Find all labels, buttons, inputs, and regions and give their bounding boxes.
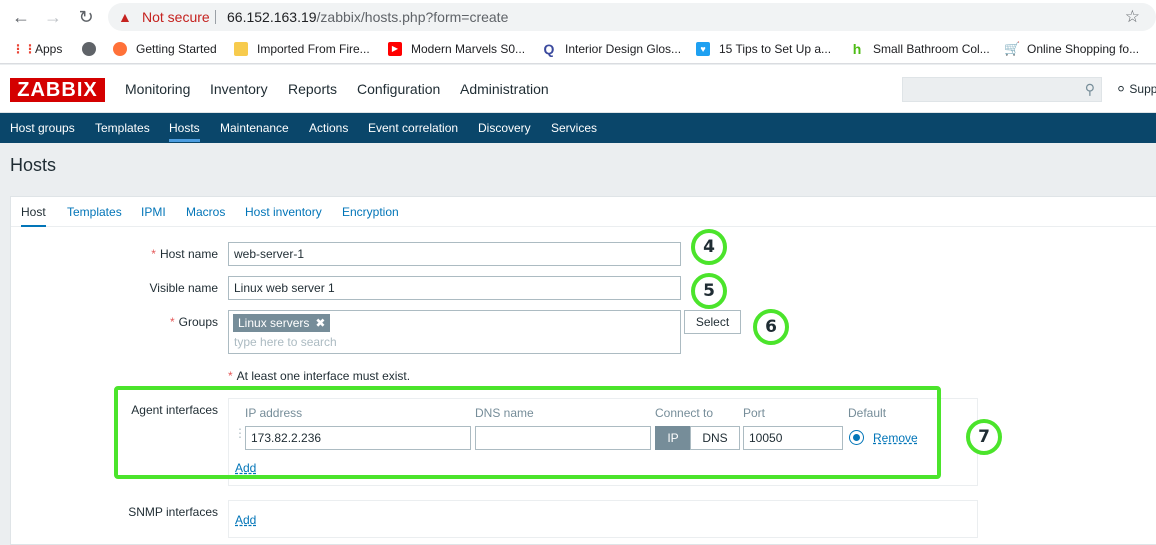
bookmark-label: 15 Tips to Set Up a... xyxy=(719,42,832,56)
tab-host-inventory[interactable]: Host inventory xyxy=(245,205,322,219)
highlight-agent-interfaces xyxy=(114,386,941,479)
globe-icon xyxy=(82,42,96,56)
tab-macros[interactable]: Macros xyxy=(186,205,225,219)
global-search-input[interactable]: ⚲ xyxy=(902,77,1102,102)
cart-icon: 🛒 xyxy=(1004,41,1021,56)
visible-name-input[interactable]: Linux web server 1 xyxy=(228,276,681,300)
visible-name-label: Visible name xyxy=(149,281,218,295)
add-snmp-interface-link[interactable]: Add xyxy=(235,513,256,527)
houzz-icon: h xyxy=(852,41,862,57)
annotation-badge-5: 5 xyxy=(691,273,727,309)
bookmark-online-shopping[interactable]: 🛒 Online Shopping fo... xyxy=(1004,40,1139,58)
menu-inventory[interactable]: Inventory xyxy=(210,81,268,97)
forward-arrow-icon[interactable]: → xyxy=(42,6,64,28)
groups-label-text: Groups xyxy=(178,315,218,329)
browser-toolbar: ← → ↻ ▲ Not secure 66.152.163.19/zabbix/… xyxy=(0,0,1156,34)
groups-search-input[interactable]: type here to search xyxy=(234,335,337,349)
bookmark-star-icon[interactable]: ☆ xyxy=(1125,7,1140,27)
config-submenu: Host groups Templates Hosts Maintenance … xyxy=(0,113,1156,143)
submenu-event-correlation[interactable]: Event correlation xyxy=(368,121,458,135)
bookmark-label: Interior Design Glos... xyxy=(565,42,682,56)
submenu-discovery[interactable]: Discovery xyxy=(478,121,531,135)
tab-host[interactable]: Host xyxy=(21,205,46,227)
back-arrow-icon[interactable]: ← xyxy=(10,6,32,28)
menu-reports[interactable]: Reports xyxy=(288,81,337,97)
bookmark-label: Modern Marvels S0... xyxy=(411,42,526,56)
groups-multiselect[interactable]: Linux servers ✖ type here to search xyxy=(228,310,681,354)
bookmark-label: Getting Started xyxy=(136,42,217,56)
snmp-interfaces-table: Add xyxy=(228,500,978,538)
support-link[interactable]: ⚪ Supp xyxy=(1116,82,1156,96)
menu-monitoring[interactable]: Monitoring xyxy=(125,81,190,97)
groups-label: * Groups xyxy=(140,315,218,329)
required-star: * xyxy=(169,315,175,329)
submenu-hosts[interactable]: Hosts xyxy=(169,121,200,142)
tab-templates[interactable]: Templates xyxy=(67,205,122,219)
q-icon: Q xyxy=(543,41,555,57)
submenu-actions[interactable]: Actions xyxy=(309,121,348,135)
url-host: 66.152.163.19 xyxy=(227,9,317,25)
snmp-interfaces-label: SNMP interfaces xyxy=(128,505,218,519)
submenu-maintenance[interactable]: Maintenance xyxy=(220,121,289,135)
page-title: Hosts xyxy=(10,155,57,175)
select-groups-button[interactable]: Select xyxy=(684,310,741,334)
omnibox-divider xyxy=(215,10,216,24)
bookmark-apps[interactable]: ⋮⋮ Apps xyxy=(12,40,62,58)
url-text[interactable]: 66.152.163.19/zabbix/hosts.php?form=crea… xyxy=(227,9,508,25)
bookmark-interior-design[interactable]: Q Interior Design Glos... xyxy=(542,40,682,58)
remove-chip-icon[interactable]: ✖ xyxy=(315,316,325,330)
bookmark-label: Online Shopping fo... xyxy=(1027,42,1140,56)
warning-triangle-icon: ▲ xyxy=(118,9,132,25)
bookmark-label: Small Bathroom Col... xyxy=(873,42,990,56)
bookmark-15-tips[interactable]: ♥ 15 Tips to Set Up a... xyxy=(696,40,831,58)
firefox-icon xyxy=(113,42,127,56)
security-label[interactable]: Not secure xyxy=(142,9,210,25)
required-star: * xyxy=(151,247,156,261)
group-chip-label: Linux servers xyxy=(238,316,310,330)
submenu-services[interactable]: Services xyxy=(551,121,597,135)
form-tabs: Host Templates IPMI Macros Host inventor… xyxy=(11,197,1156,227)
menu-configuration[interactable]: Configuration xyxy=(357,81,440,97)
host-name-label: * Host name xyxy=(140,247,218,261)
bookmark-imported[interactable]: Imported From Fire... xyxy=(234,40,370,58)
reload-icon[interactable]: ↻ xyxy=(75,6,97,28)
required-star: * xyxy=(228,369,233,383)
bookmark-globe[interactable] xyxy=(82,40,105,58)
folder-icon xyxy=(234,42,248,56)
zabbix-logo[interactable]: ZABBIX xyxy=(10,78,105,102)
interface-warning-text: At least one interface must exist. xyxy=(236,369,411,383)
menu-administration[interactable]: Administration xyxy=(460,81,549,97)
bookmarks-bar: ⋮⋮ Apps Getting Started Imported From Fir… xyxy=(0,34,1156,64)
bookmark-small-bathroom[interactable]: h Small Bathroom Col... xyxy=(850,40,990,58)
host-name-label-text: Host name xyxy=(159,247,218,261)
headset-icon: ⚪ xyxy=(1116,82,1127,96)
submenu-host-groups[interactable]: Host groups xyxy=(10,121,75,135)
group-chip[interactable]: Linux servers ✖ xyxy=(233,314,331,332)
heart-icon: ♥ xyxy=(696,42,710,56)
bookmark-label: Imported From Fire... xyxy=(257,42,370,56)
apps-grid-icon: ⋮⋮ xyxy=(12,42,36,56)
bookmark-getting-started[interactable]: Getting Started xyxy=(113,40,217,58)
annotation-badge-4: 4 xyxy=(691,229,727,265)
bookmark-label: Apps xyxy=(35,42,63,56)
url-path: /zabbix/hosts.php?form=create xyxy=(316,9,509,25)
submenu-templates[interactable]: Templates xyxy=(95,121,150,135)
app-header: ZABBIX Monitoring Inventory Reports Conf… xyxy=(0,65,1156,113)
host-name-input[interactable]: web-server-1 xyxy=(228,242,681,266)
address-bar[interactable]: ▲ Not secure 66.152.163.19/zabbix/hosts.… xyxy=(108,3,1156,31)
support-label: Supp xyxy=(1129,82,1156,96)
annotation-badge-7: 7 xyxy=(966,419,1002,455)
bookmark-modern-marvels[interactable]: ▶ Modern Marvels S0... xyxy=(388,40,525,58)
tab-encryption[interactable]: Encryption xyxy=(342,205,399,219)
search-icon[interactable]: ⚲ xyxy=(1085,81,1095,98)
interface-warning: * At least one interface must exist. xyxy=(228,369,410,383)
annotation-badge-6: 6 xyxy=(753,309,789,345)
tab-ipmi[interactable]: IPMI xyxy=(141,205,166,219)
youtube-icon: ▶ xyxy=(388,42,402,56)
